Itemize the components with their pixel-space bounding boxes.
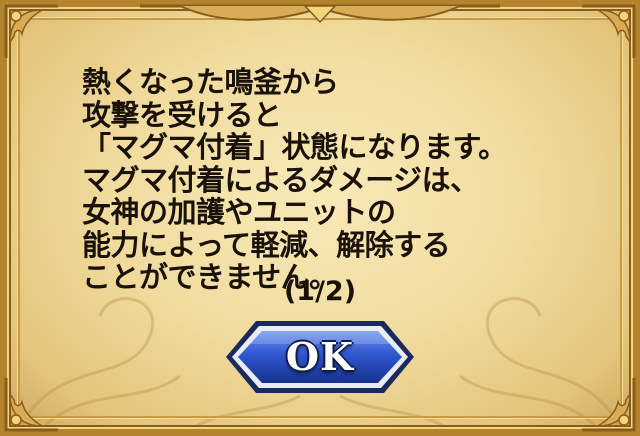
corner-ornament-bottom-left xyxy=(4,378,58,432)
ok-button-label: OK xyxy=(285,334,355,379)
message-line: 「マグマ付着」状態になります。 xyxy=(82,130,507,164)
corner-ornament-top-left xyxy=(4,4,58,58)
message-line: 攻撃を受けると xyxy=(82,97,282,132)
message-line: 能力によって軽減、解除する xyxy=(82,227,451,262)
message-text: 熱くなった鳴釜から 攻撃を受けると 「マグマ付着」状態になります。 マグマ付着に… xyxy=(82,66,562,294)
page-indicator: (1/2) xyxy=(283,276,357,307)
corner-ornament-bottom-right xyxy=(582,378,636,432)
message-line: 熱くなった鳴釜から xyxy=(82,65,339,99)
message-dialog: 熱くなった鳴釜から 攻撃を受けると 「マグマ付着」状態になります。 マグマ付着に… xyxy=(0,0,640,436)
message-line: 女神の加護やユニットの xyxy=(82,195,396,229)
top-ornament xyxy=(140,4,500,24)
ok-button[interactable]: OK xyxy=(222,318,418,396)
corner-ornament-top-right xyxy=(582,4,636,58)
message-line: マグマ付着によるダメージは、 xyxy=(82,162,479,197)
